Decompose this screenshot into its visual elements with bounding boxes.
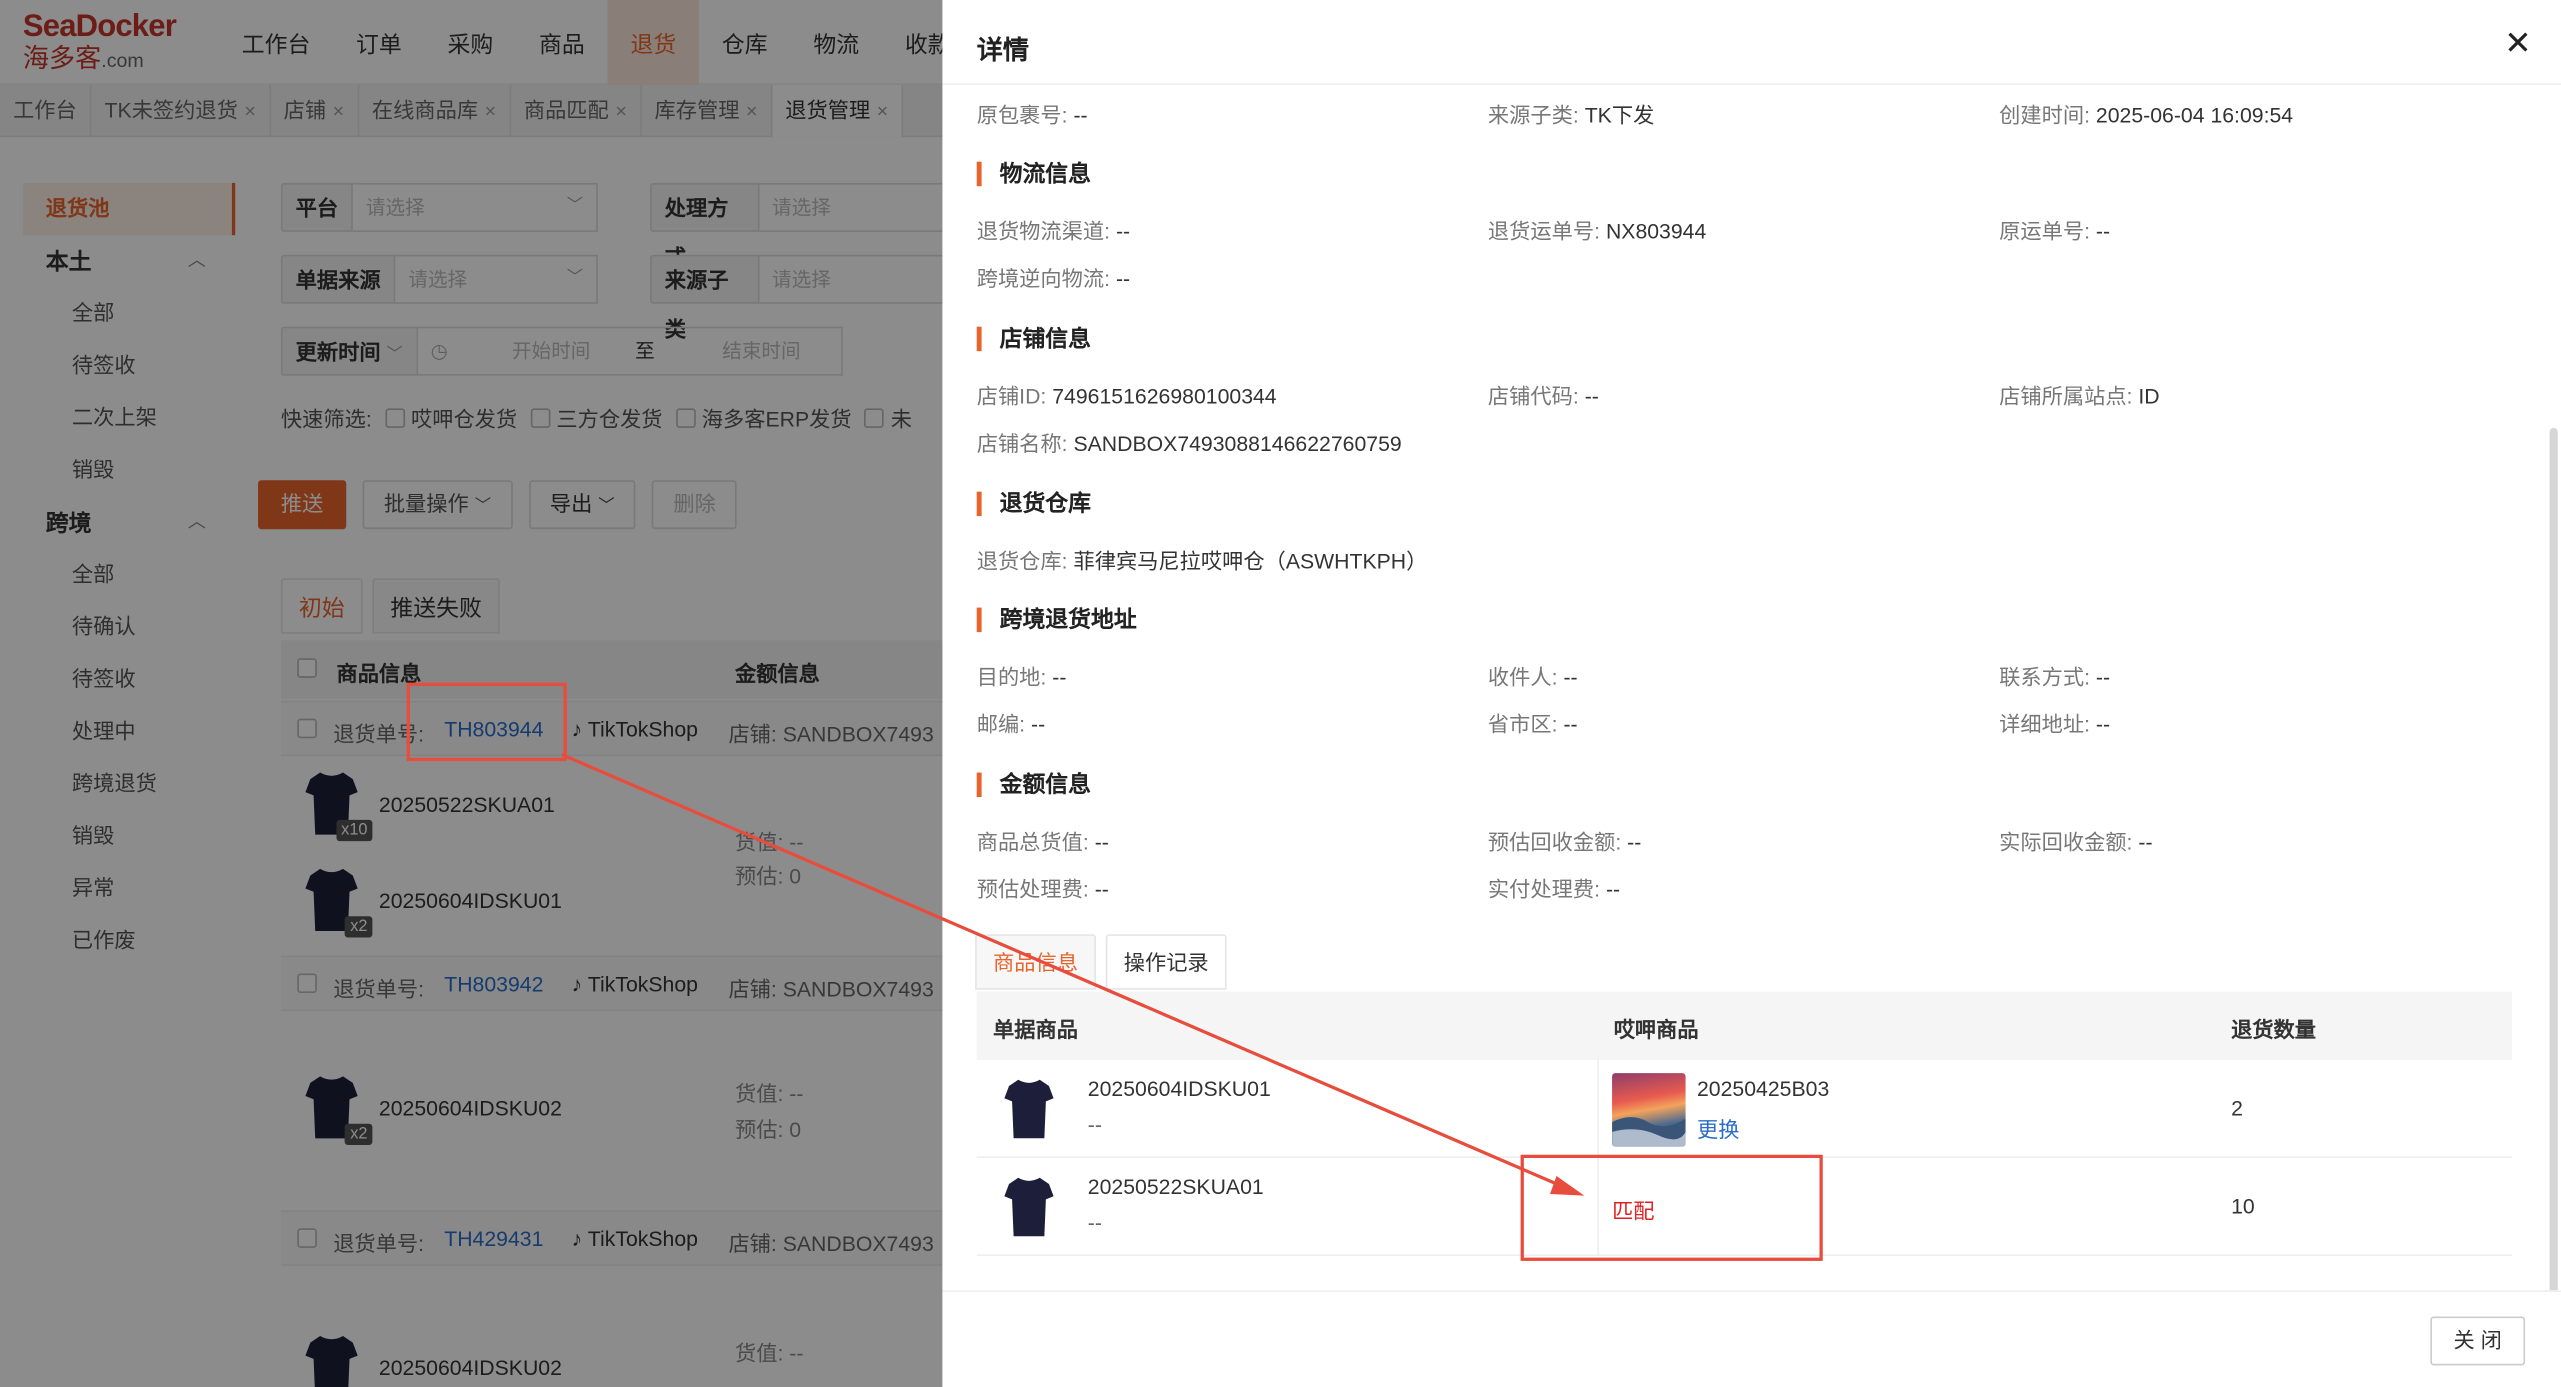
annotation-arrow [561, 753, 1585, 1196]
